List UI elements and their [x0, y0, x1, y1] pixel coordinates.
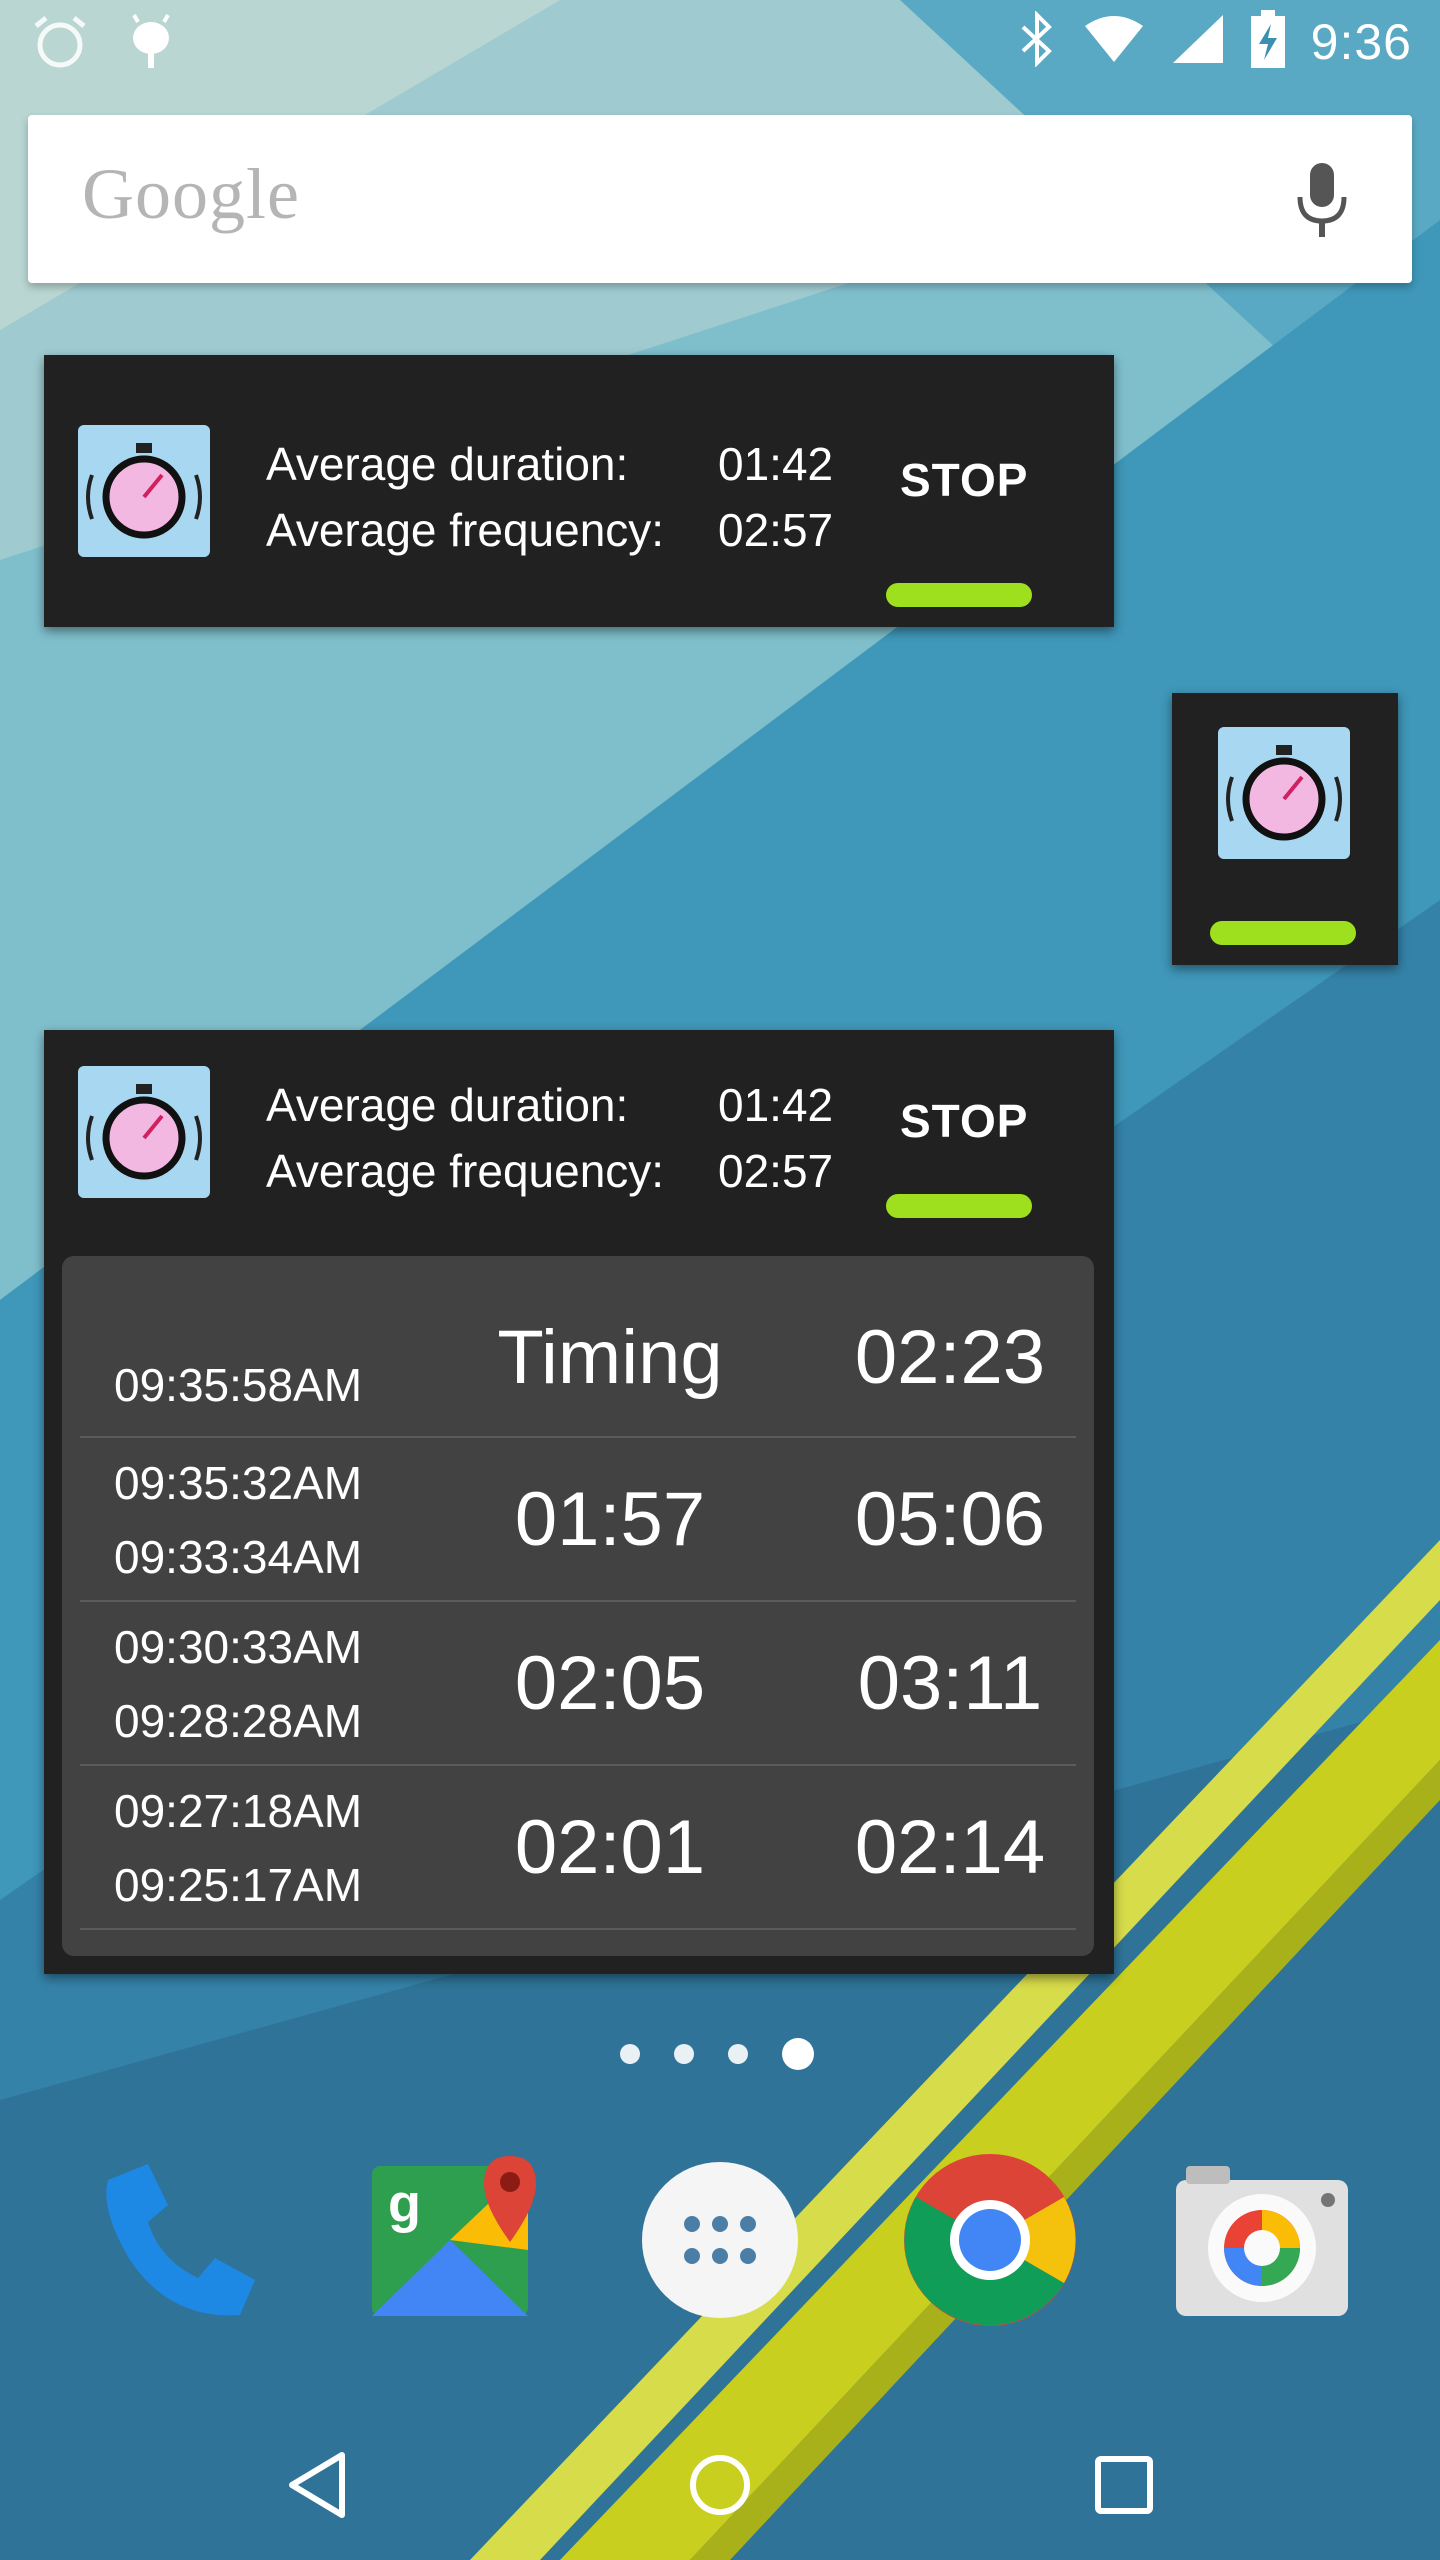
- avg-frequency-value: 02:57: [718, 1145, 834, 1197]
- home-icon[interactable]: [670, 2435, 770, 2535]
- page-dot-active[interactable]: [782, 2038, 814, 2070]
- bluetooth-icon: [1017, 10, 1057, 72]
- stopwatch-app-icon[interactable]: [1218, 727, 1350, 859]
- status-bar: 9:36: [0, 0, 1440, 85]
- history-start-time: 09:30:33AM: [114, 1621, 363, 1673]
- avg-duration-value: 01:42: [718, 1079, 834, 1131]
- battery-charging-icon: [1250, 10, 1285, 73]
- page-dot[interactable]: [728, 2044, 748, 2064]
- running-indicator: [1210, 921, 1356, 945]
- stats-widget-with-history[interactable]: Average duration: Average frequency: 01:…: [44, 1030, 1114, 1974]
- history-end-time: 09:28:28AM: [114, 1695, 363, 1747]
- history-interval: 02:14: [854, 1805, 1046, 1890]
- phone-icon[interactable]: [90, 2150, 270, 2330]
- history-duration: Timing: [497, 1315, 723, 1400]
- android-debug-icon: [126, 12, 176, 77]
- history-duration: 01:57: [514, 1477, 706, 1562]
- alarm-icon: [30, 12, 90, 77]
- page-indicator: [620, 2038, 814, 2070]
- app-drawer-icon[interactable]: [630, 2150, 810, 2330]
- avg-frequency-label: Average frequency:: [266, 504, 665, 556]
- history-row: 09:35:32AM 09:33:34AM 01:57 05:06: [80, 1436, 1076, 1602]
- page-dot[interactable]: [674, 2044, 694, 2064]
- stop-button[interactable]: STOP: [900, 453, 1028, 507]
- mic-icon[interactable]: [1294, 163, 1350, 244]
- history-row: 09:27:18AM 09:25:17AM 02:01 02:14: [80, 1764, 1076, 1930]
- maps-icon[interactable]: g: [360, 2150, 540, 2330]
- camera-icon[interactable]: [1172, 2150, 1352, 2330]
- wifi-icon: [1083, 14, 1145, 69]
- history-start-time: 09:27:18AM: [114, 1785, 363, 1837]
- history-interval: 05:06: [854, 1477, 1046, 1562]
- chrome-icon[interactable]: [900, 2150, 1080, 2330]
- history-interval: 02:23: [854, 1315, 1046, 1400]
- clock: 9:36: [1310, 13, 1412, 70]
- avg-frequency-value: 02:57: [718, 504, 834, 556]
- avg-duration-label: Average duration:: [266, 438, 629, 490]
- history-end-time: 09:25:17AM: [114, 1859, 363, 1911]
- running-indicator: [886, 583, 1032, 607]
- stopwatch-mini-widget[interactable]: [1172, 693, 1398, 965]
- stopwatch-app-icon[interactable]: [78, 425, 210, 557]
- history-end-time: 09:33:34AM: [114, 1531, 363, 1583]
- back-icon[interactable]: [270, 2435, 370, 2535]
- avg-frequency-label: Average frequency:: [266, 1145, 665, 1197]
- history-list: 09:35:58AM Timing 02:23 09:35:32AM 09:33…: [62, 1256, 1094, 1956]
- google-search-bar[interactable]: Google: [28, 115, 1412, 283]
- history-end-time: 09:35:58AM: [114, 1359, 363, 1411]
- svg-text:g: g: [388, 2174, 421, 2234]
- avg-duration-label: Average duration:: [266, 1079, 629, 1131]
- history-row: 09:30:33AM 09:28:28AM 02:05 03:11: [80, 1600, 1076, 1766]
- stats-widget-top[interactable]: Average duration: Average frequency: 01:…: [44, 355, 1114, 627]
- google-logo: Google: [82, 154, 300, 234]
- signal-icon: [1171, 13, 1225, 70]
- stop-button[interactable]: STOP: [900, 1094, 1028, 1148]
- history-duration: 02:05: [514, 1641, 706, 1726]
- running-indicator: [886, 1194, 1032, 1218]
- history-interval: 03:11: [857, 1641, 1043, 1726]
- history-row: 09:35:58AM Timing 02:23: [80, 1256, 1076, 1438]
- stopwatch-app-icon[interactable]: [78, 1066, 210, 1198]
- page-dot[interactable]: [620, 2044, 640, 2064]
- history-duration: 02:01: [514, 1805, 706, 1890]
- history-start-time: 09:35:32AM: [114, 1457, 363, 1509]
- avg-duration-value: 01:42: [718, 438, 834, 490]
- recents-icon[interactable]: [1074, 2435, 1174, 2535]
